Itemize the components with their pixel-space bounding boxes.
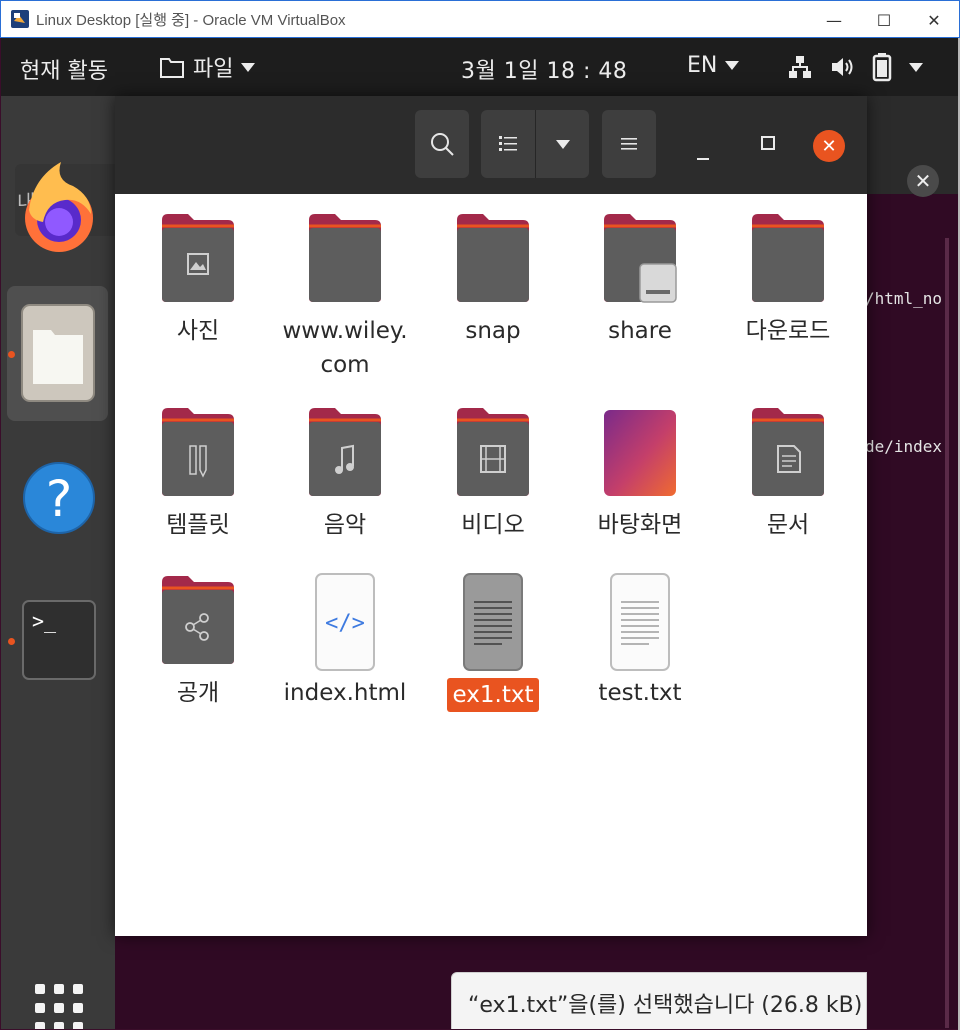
search-button[interactable] bbox=[415, 110, 469, 178]
item-label: snap bbox=[465, 318, 521, 344]
minimize-button[interactable] bbox=[697, 132, 711, 160]
app-menu-label: 파일 bbox=[193, 57, 234, 82]
clock[interactable]: 3월 1일 18 : 48 bbox=[461, 53, 627, 85]
app-menu[interactable]: 파일 bbox=[159, 51, 256, 83]
text-file-icon bbox=[463, 573, 523, 671]
terminal-icon[interactable]: >_ bbox=[22, 600, 96, 682]
item-label: test.txt bbox=[598, 680, 682, 706]
item-label: 템플릿 bbox=[166, 512, 230, 538]
folder-item-videos[interactable]: 비디오 bbox=[420, 406, 566, 542]
file-item-index-html[interactable]: </> index.html bbox=[272, 572, 418, 710]
activities-button[interactable]: 현재 활동 bbox=[20, 53, 108, 85]
running-indicator bbox=[8, 638, 15, 645]
public-share-folder-icon bbox=[162, 576, 234, 664]
file-manager-window: ✕ 사진 www.wiley. com snap share 다운로드 템플릿 … bbox=[115, 96, 867, 1029]
chevron-down-icon bbox=[555, 139, 570, 149]
view-toggle bbox=[481, 110, 589, 178]
host-close-button[interactable]: ✕ bbox=[909, 1, 959, 39]
folder-item-documents[interactable]: 문서 bbox=[715, 406, 861, 542]
gnome-top-bar: 현재 활동 파일 3월 1일 18 : 48 EN bbox=[1, 38, 959, 96]
folder-item-wiley[interactable]: www.wiley. com bbox=[272, 212, 418, 382]
maximize-button[interactable] bbox=[761, 136, 775, 150]
pictures-folder-icon bbox=[162, 214, 234, 302]
firefox-icon[interactable] bbox=[21, 158, 97, 258]
item-label: 다운로드 bbox=[745, 318, 831, 344]
item-label: www.wiley. com bbox=[282, 318, 408, 378]
item-label: 사진 bbox=[176, 318, 220, 344]
hamburger-menu-icon bbox=[621, 138, 637, 150]
input-language-menu[interactable]: EN bbox=[687, 53, 740, 78]
shared-drive-folder-icon bbox=[604, 214, 677, 303]
html-file-icon: </> bbox=[315, 573, 375, 671]
guest-screen: 현재 활동 파일 3월 1일 18 : 48 EN /html_no de/in… bbox=[1, 38, 959, 1029]
item-label: 음악 bbox=[323, 512, 367, 538]
folder-item-pictures[interactable]: 사진 bbox=[125, 212, 271, 348]
text-file-icon bbox=[610, 573, 670, 671]
templates-folder-icon bbox=[162, 408, 234, 496]
help-icon[interactable]: ? bbox=[22, 448, 96, 546]
background-close-button[interactable]: ✕ bbox=[907, 165, 939, 197]
battery-icon bbox=[872, 53, 892, 82]
folder-icon bbox=[160, 58, 184, 78]
folder-icon bbox=[309, 214, 381, 302]
grid-icon[interactable] bbox=[35, 984, 83, 1029]
close-button[interactable]: ✕ bbox=[813, 130, 845, 162]
video-folder-icon bbox=[457, 408, 529, 496]
chevron-down-icon bbox=[725, 61, 740, 70]
folder-icon bbox=[457, 214, 529, 302]
item-label: 비디오 bbox=[461, 512, 525, 538]
folder-icon bbox=[752, 214, 824, 302]
item-label-selected: ex1.txt bbox=[446, 678, 540, 712]
background-scrollbar[interactable] bbox=[945, 238, 949, 1028]
host-minimize-button[interactable]: — bbox=[809, 1, 859, 39]
folder-item-desktop[interactable]: 바탕화면 bbox=[567, 406, 713, 542]
menu-button[interactable] bbox=[602, 110, 656, 178]
folder-item-templates[interactable]: 템플릿 bbox=[125, 406, 271, 542]
minimize-icon bbox=[697, 158, 709, 160]
item-label: 바탕화면 bbox=[597, 512, 683, 538]
folder-item-share[interactable]: share bbox=[567, 212, 713, 348]
svg-text:>_: >_ bbox=[32, 609, 57, 633]
language-label: EN bbox=[687, 53, 718, 78]
item-label: index.html bbox=[283, 680, 407, 706]
item-label: share bbox=[608, 318, 672, 344]
running-indicator bbox=[8, 351, 15, 358]
search-icon bbox=[431, 133, 454, 156]
item-label: 공개 bbox=[176, 680, 220, 706]
list-view-button[interactable] bbox=[481, 110, 535, 178]
host-titlebar: Linux Desktop [실행 중] - Oracle VM Virtual… bbox=[0, 0, 960, 38]
volume-icon bbox=[832, 58, 853, 76]
host-window-title: Linux Desktop [실행 중] - Oracle VM Virtual… bbox=[36, 11, 346, 29]
folder-item-downloads[interactable]: 다운로드 bbox=[715, 212, 861, 348]
files-icon[interactable] bbox=[21, 304, 95, 402]
svg-text:?: ? bbox=[46, 470, 73, 528]
folder-item-public[interactable]: 공개 bbox=[125, 574, 271, 710]
folder-item-snap[interactable]: snap bbox=[420, 212, 566, 348]
host-maximize-button[interactable]: ☐ bbox=[859, 1, 909, 39]
file-item-test-txt[interactable]: test.txt bbox=[567, 572, 713, 710]
chevron-down-icon bbox=[241, 62, 256, 72]
system-menu[interactable] bbox=[787, 52, 923, 82]
music-folder-icon bbox=[309, 408, 381, 496]
dock: 내 폴 ▼ ? >_ bbox=[1, 96, 140, 1029]
desktop-folder-icon bbox=[604, 410, 676, 496]
documents-folder-icon bbox=[752, 408, 824, 496]
file-grid: 사진 www.wiley. com snap share 다운로드 템플릿 음악… bbox=[115, 194, 867, 1029]
network-icon bbox=[789, 56, 811, 78]
chevron-down-icon bbox=[909, 62, 923, 72]
view-options-button[interactable] bbox=[536, 110, 589, 178]
selection-status: “ex1.txt”을(를) 선택했습니다 (26.8 kB) bbox=[451, 972, 867, 1029]
file-item-ex1-txt[interactable]: ex1.txt bbox=[420, 572, 566, 712]
terminal-line: de/index bbox=[865, 437, 943, 456]
file-manager-headerbar: ✕ bbox=[115, 96, 867, 194]
list-view-icon bbox=[499, 136, 517, 151]
folder-item-music[interactable]: 음악 bbox=[272, 406, 418, 542]
svg-text:</>: </> bbox=[325, 611, 365, 636]
terminal-line: /html_no bbox=[865, 289, 943, 308]
virtualbox-icon bbox=[11, 10, 29, 28]
item-label: 문서 bbox=[766, 512, 810, 538]
